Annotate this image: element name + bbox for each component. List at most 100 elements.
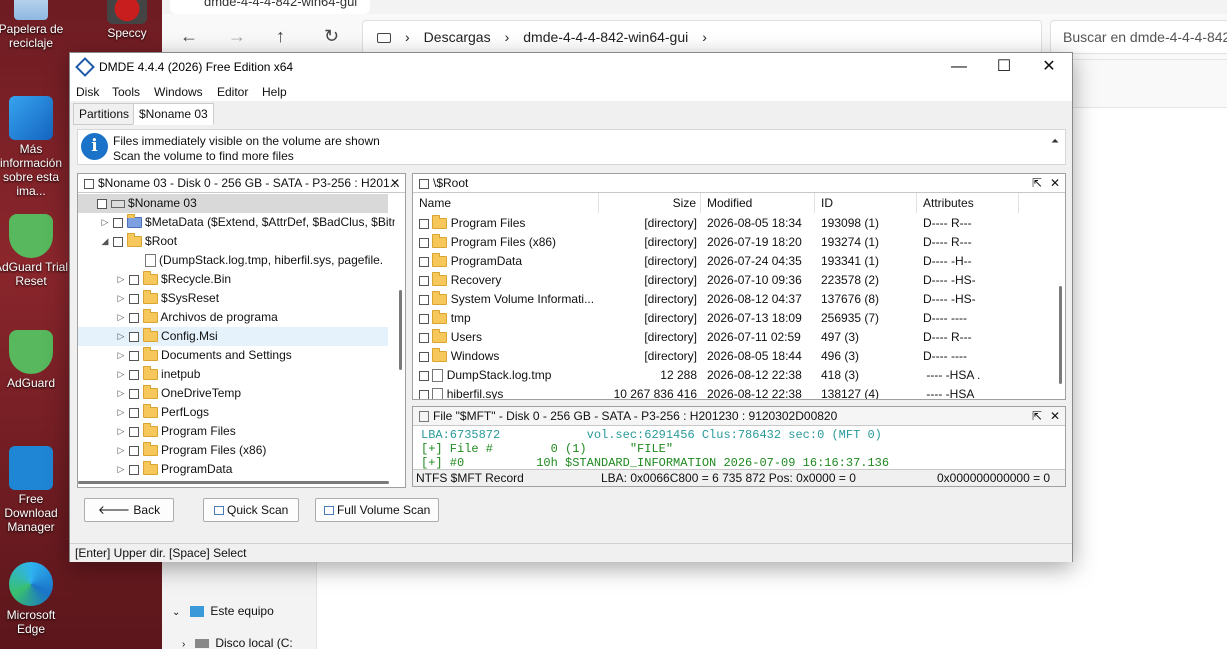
- expand-arrow-icon[interactable]: ▷: [116, 441, 126, 460]
- close-icon[interactable]: ✕: [1047, 174, 1063, 192]
- forward-arrow-icon[interactable]: →: [228, 26, 246, 47]
- file-checkbox[interactable]: [419, 313, 429, 324]
- collapse-icon[interactable]: ⏶: [1051, 136, 1059, 147]
- scrollbar-thumb[interactable]: [399, 290, 402, 370]
- menu-windows[interactable]: Windows: [154, 85, 203, 99]
- maximize-button[interactable]: ☐: [981, 53, 1027, 81]
- desktop-icon-adguard[interactable]: AdGuard: [0, 330, 70, 390]
- tree-item-checkbox[interactable]: [129, 445, 140, 456]
- desktop-icon-spotlight[interactable]: Más información sobre esta ima...: [0, 96, 70, 198]
- desktop-icon-speccy[interactable]: Speccy: [88, 0, 166, 40]
- tab-partitions[interactable]: Partitions: [73, 103, 136, 125]
- tree-item-checkbox[interactable]: [129, 331, 140, 342]
- files-scrollbar[interactable]: [1055, 214, 1065, 399]
- menu-editor[interactable]: Editor: [217, 85, 248, 99]
- file-checkbox[interactable]: [419, 389, 429, 399]
- expand-arrow-icon[interactable]: ▷: [116, 384, 126, 403]
- tree-item[interactable]: ▷ Config.Msi: [78, 327, 388, 346]
- quick-scan-button[interactable]: Quick Scan: [203, 498, 299, 522]
- scrollbar-thumb[interactable]: [78, 481, 389, 484]
- minimize-button[interactable]: —: [936, 53, 982, 81]
- tree-item[interactable]: ▷ OneDriveTemp: [78, 384, 388, 403]
- tree-item-checkbox[interactable]: [129, 426, 140, 437]
- file-checkbox[interactable]: [419, 218, 429, 229]
- menu-disk[interactable]: Disk: [76, 85, 99, 99]
- desktop-icon-free-download-manager[interactable]: Free Download Manager: [0, 446, 70, 534]
- close-icon[interactable]: ✕: [387, 174, 403, 192]
- file-row[interactable]: Program Files (x86) [directory] 2026-07-19…: [413, 233, 1053, 252]
- column-modified[interactable]: Modified: [701, 193, 815, 213]
- tree-item-checkbox[interactable]: [129, 407, 140, 418]
- tree-item[interactable]: ▷ $SysReset: [78, 289, 388, 308]
- desktop-icon-adguard-trial-reset[interactable]: AdGuard Trial Reset: [0, 214, 70, 288]
- file-row[interactable]: Program Files [directory] 2026-08-05 18:34…: [413, 214, 1053, 233]
- maximize-panel-icon[interactable]: ⇱: [1029, 174, 1045, 192]
- file-row[interactable]: Users [directory] 2026-07-11 02:59 497 (3) D…: [413, 328, 1053, 347]
- back-arrow-icon[interactable]: ←: [180, 26, 198, 47]
- tree-item[interactable]: (DumpStack.log.tmp, hiberfil.sys, pagefi…: [78, 251, 388, 270]
- tree-item-checkbox[interactable]: [129, 293, 140, 304]
- nav-item-this-pc[interactable]: ⌄ Este equipo: [172, 604, 274, 618]
- tree-item[interactable]: ▷ Program Files (x86): [78, 441, 388, 460]
- tree-scrollbar[interactable]: [395, 194, 405, 467]
- close-icon[interactable]: ✕: [1047, 407, 1063, 425]
- full-volume-scan-button[interactable]: Full Volume Scan: [315, 498, 439, 522]
- scrollbar-thumb[interactable]: [1059, 286, 1062, 384]
- tree-item[interactable]: $Noname 03: [78, 194, 388, 213]
- desktop-icon-recycle-bin[interactable]: Papelera de reciclaje: [0, 0, 70, 50]
- file-checkbox[interactable]: [419, 370, 429, 381]
- expand-arrow-icon[interactable]: ▷: [116, 422, 126, 441]
- tree-item-checkbox[interactable]: [97, 198, 108, 209]
- tree-item[interactable]: ▷ Documents and Settings: [78, 346, 388, 365]
- tree-item[interactable]: ▷ inetpub: [78, 365, 388, 384]
- file-checkbox[interactable]: [419, 256, 429, 267]
- tab-noname-03[interactable]: $Noname 03: [133, 103, 214, 125]
- tree-hscrollbar[interactable]: [78, 477, 397, 487]
- tree-item[interactable]: ▷ $MetaData ($Extend, $AttrDef, $BadClus…: [78, 213, 402, 232]
- file-row[interactable]: Recovery [directory] 2026-07-10 09:36 22357…: [413, 271, 1053, 290]
- close-button[interactable]: ✕: [1026, 53, 1072, 81]
- expand-arrow-icon[interactable]: ▷: [100, 213, 110, 232]
- breadcrumb-item[interactable]: Descargas: [424, 29, 491, 45]
- tree-item[interactable]: ▷ PerfLogs: [78, 403, 388, 422]
- file-row[interactable]: System Volume Informati... [directory] 202…: [413, 290, 1053, 309]
- expand-arrow-icon[interactable]: ▷: [116, 270, 126, 289]
- address-field[interactable]: › Descargas › dmde-4-4-4-842-win64-gui ›: [362, 20, 1042, 54]
- tree-item[interactable]: ▷ $Recycle.Bin: [78, 270, 388, 289]
- expand-arrow-icon[interactable]: ▷: [116, 346, 126, 365]
- expand-arrow-icon[interactable]: ▷: [116, 308, 126, 327]
- tree-item-checkbox[interactable]: [129, 350, 140, 361]
- desktop-icon-edge[interactable]: Microsoft Edge: [0, 562, 70, 636]
- file-row[interactable]: Windows [directory] 2026-08-05 18:44 496 (3…: [413, 347, 1053, 366]
- search-input[interactable]: Buscar en dmde-4-4-4-842-wi: [1050, 20, 1227, 54]
- tree-item[interactable]: ▷ Archivos de programa: [78, 308, 388, 327]
- expand-arrow-icon[interactable]: ▷: [116, 365, 126, 384]
- column-size[interactable]: Size: [599, 193, 701, 213]
- refresh-icon[interactable]: ↻: [324, 26, 339, 47]
- column-attributes[interactable]: Attributes: [917, 193, 1019, 213]
- file-row[interactable]: hiberfil.sys 10 267 836 416 2026-08-12 22:…: [413, 385, 1053, 399]
- explorer-tab[interactable]: dmde-4-4-4-842-win64-gui: [170, 0, 370, 14]
- tree-header-checkbox[interactable]: [84, 178, 94, 189]
- tree-item-checkbox[interactable]: [129, 369, 140, 380]
- back-button[interactable]: 🡐 Back: [84, 498, 174, 522]
- tree-item[interactable]: ▷ Program Files: [78, 422, 388, 441]
- file-checkbox[interactable]: [419, 351, 429, 362]
- expand-arrow-icon[interactable]: ▷: [116, 327, 126, 346]
- column-id[interactable]: ID: [815, 193, 917, 213]
- tree-item-checkbox[interactable]: [129, 464, 140, 475]
- tree-item-checkbox[interactable]: [113, 236, 124, 247]
- expanded-arrow-icon[interactable]: ◢: [100, 232, 110, 251]
- maximize-panel-icon[interactable]: ⇱: [1029, 407, 1045, 425]
- files-header-checkbox[interactable]: [419, 178, 429, 189]
- expand-arrow-icon[interactable]: ▷: [116, 289, 126, 308]
- file-row[interactable]: DumpStack.log.tmp 12 288 2026-08-12 22:38 4…: [413, 366, 1053, 385]
- tree-item-checkbox[interactable]: [129, 388, 140, 399]
- file-checkbox[interactable]: [419, 294, 429, 305]
- nav-item-local-disk[interactable]: › Disco local (C:: [182, 636, 293, 649]
- menu-help[interactable]: Help: [262, 85, 287, 99]
- file-checkbox[interactable]: [419, 332, 429, 343]
- file-checkbox[interactable]: [419, 275, 429, 286]
- expand-arrow-icon[interactable]: ▷: [116, 403, 126, 422]
- tree-item-checkbox[interactable]: [129, 312, 140, 323]
